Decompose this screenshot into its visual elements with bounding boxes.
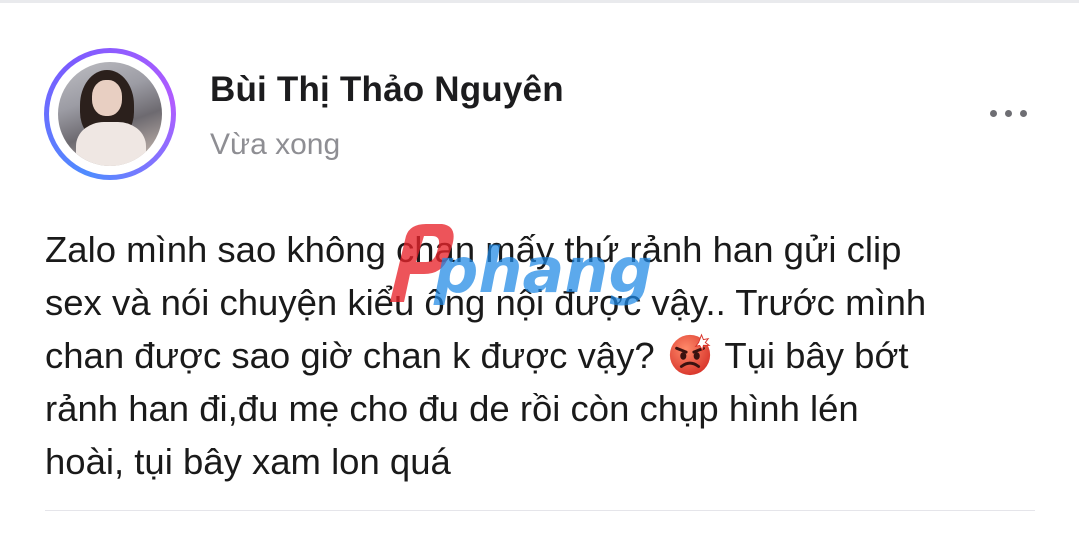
post-text-segment: Tụi bây bớt xyxy=(724,335,909,376)
avatar-border xyxy=(49,53,171,175)
avatar[interactable] xyxy=(44,48,176,180)
post-text-line: rảnh han đi,đu mẹ cho đu de rồi còn chụp… xyxy=(45,388,859,429)
post-text-segment: chan được sao giờ chan k được vậy? xyxy=(45,335,655,376)
post-text-line: chan được sao giờ chan k được vậy? Tụi b… xyxy=(45,329,1035,382)
post-divider xyxy=(45,510,1035,511)
avatar-photo xyxy=(58,62,162,166)
post-text-line: hoài, tụi bây xam lon quá xyxy=(45,441,451,482)
top-divider xyxy=(0,0,1079,3)
more-horizontal-icon xyxy=(990,110,997,117)
post-timestamp: Vừa xong xyxy=(210,128,341,161)
post-text-line: Zalo mình sao không chan mấy thứ rảnh ha… xyxy=(45,229,902,270)
author-name[interactable]: Bùi Thị Thảo Nguyên xyxy=(210,70,564,110)
more-options-button[interactable] xyxy=(984,98,1034,128)
post-content: Zalo mình sao không chan mấy thứ rảnh ha… xyxy=(45,223,1035,488)
post-text-line: sex và nói chuyện kiểu ông nội được vậy.… xyxy=(45,282,927,323)
angry-face-icon xyxy=(669,333,711,376)
